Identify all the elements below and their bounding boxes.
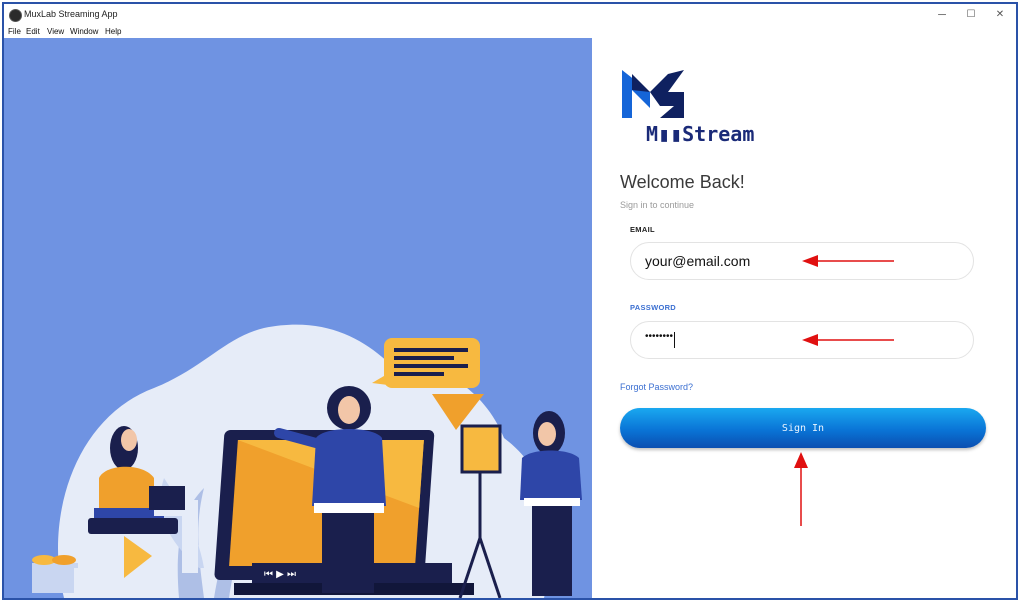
- menu-window[interactable]: Window: [70, 27, 98, 36]
- app-logo: M▮▮Stream: [620, 66, 770, 149]
- annotation-arrow-signin: [794, 452, 808, 526]
- password-value: ••••••••: [645, 331, 674, 342]
- hero-illustration: ⏮ ▶ ⏭: [4, 38, 592, 598]
- email-value: your@email.com: [645, 253, 751, 269]
- app-window: MuxLab Streaming App ─ ☐ ✕ File Edit Vie…: [2, 2, 1018, 600]
- title-bar: MuxLab Streaming App ─ ☐ ✕: [4, 4, 1016, 26]
- menu-edit[interactable]: Edit: [26, 27, 40, 36]
- welcome-heading: Welcome Back!: [620, 172, 745, 192]
- svg-text:⏮ ▶ ⏭: ⏮ ▶ ⏭: [264, 569, 296, 580]
- maximize-button[interactable]: ☐: [961, 7, 981, 23]
- forgot-password-link[interactable]: Forgot Password?: [620, 382, 693, 392]
- streaming-illustration: ⏮ ▶ ⏭: [32, 324, 582, 598]
- logo-wordmark: M▮▮Stream: [646, 122, 755, 146]
- text-caret: [674, 332, 675, 348]
- menu-bar: File Edit View Window Help: [4, 26, 1016, 38]
- email-label: EMAIL: [630, 225, 655, 234]
- password-label: PASSWORD: [630, 303, 677, 312]
- menu-file[interactable]: File: [8, 27, 21, 36]
- close-button[interactable]: ✕: [990, 7, 1010, 23]
- window-title: MuxLab Streaming App: [24, 9, 118, 19]
- menu-help[interactable]: Help: [105, 27, 121, 36]
- sign-in-button[interactable]: Sign In: [620, 408, 986, 448]
- app-icon: [9, 9, 22, 22]
- menu-view[interactable]: View: [47, 27, 64, 36]
- welcome-subheading: Sign in to continue: [620, 200, 695, 210]
- annotation-arrow-password: [802, 334, 894, 346]
- annotation-arrow-email: [802, 255, 894, 267]
- minimize-button[interactable]: ─: [932, 7, 952, 23]
